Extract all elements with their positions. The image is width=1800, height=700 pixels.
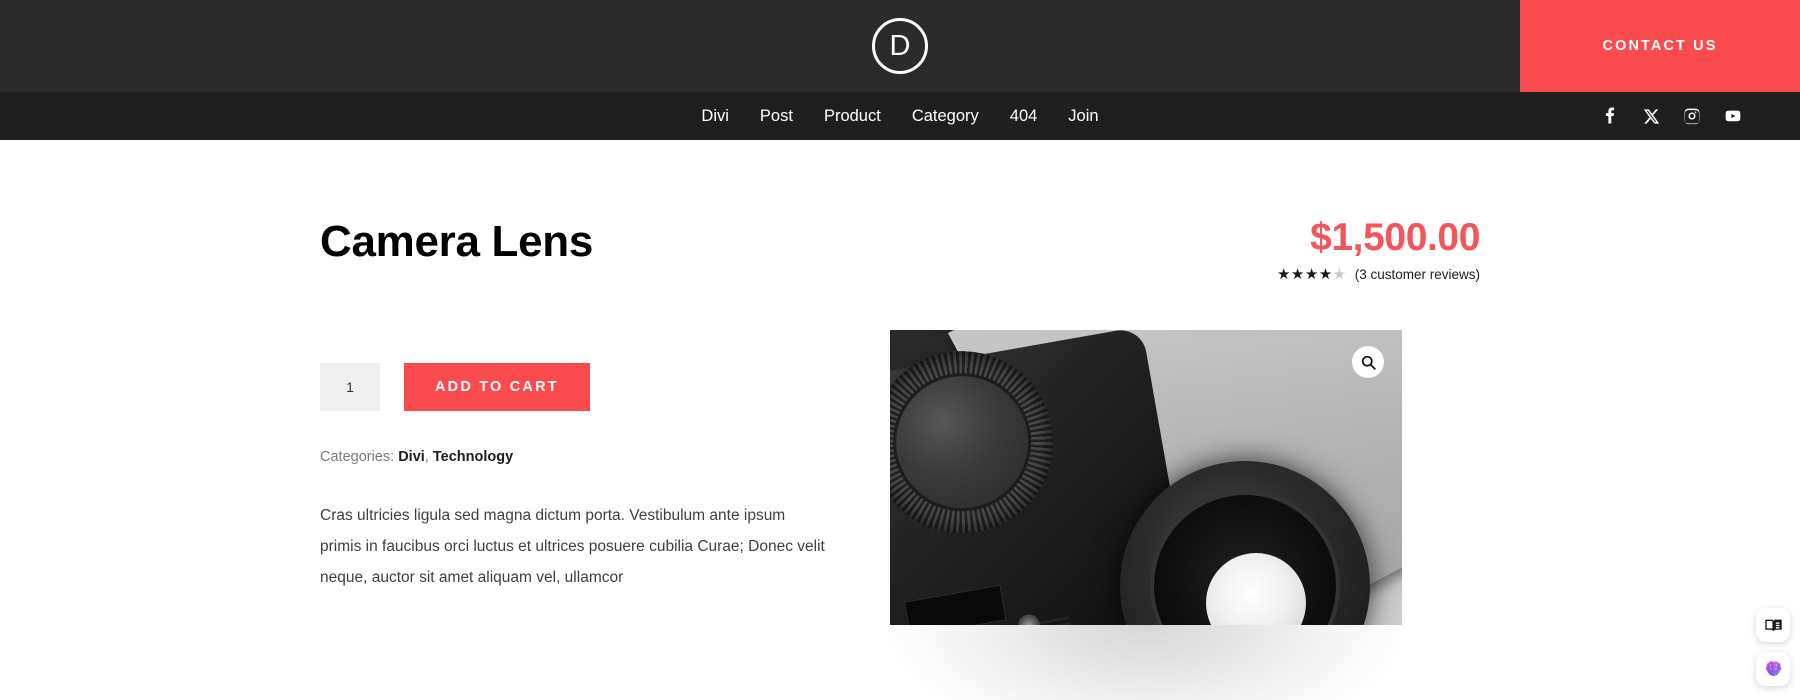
star-empty-icon: ★: [1332, 265, 1347, 283]
categories-label: Categories:: [320, 449, 395, 465]
nav-item-post[interactable]: Post: [760, 107, 793, 126]
ai-brain-icon[interactable]: [1756, 652, 1790, 686]
product-price: $1,500.00: [1310, 216, 1480, 259]
product-page: Camera Lens $1,500.00 ★★★★ ★ (3 customer …: [0, 140, 1800, 700]
nav-item-divi[interactable]: Divi: [701, 107, 729, 126]
product-photo: [890, 330, 1402, 625]
stars-filled-icon: ★★★★: [1276, 265, 1333, 283]
contact-us-button[interactable]: CONTACT US: [1520, 0, 1800, 92]
product-description: Cras ultricies ligula sed magna dictum p…: [320, 507, 825, 586]
product-header-row: Camera Lens $1,500.00 ★★★★ ★ (3 customer …: [320, 212, 1480, 330]
price-block: $1,500.00 ★★★★ ★ (3 customer reviews): [1277, 212, 1480, 282]
add-to-cart-button[interactable]: ADD TO CART: [404, 363, 590, 411]
tripod-screw-shape: [1016, 612, 1042, 625]
camera-screen-shape: [903, 584, 1007, 625]
youtube-icon[interactable]: [1724, 107, 1742, 125]
lens-glass-shape: [1206, 553, 1306, 625]
nav-item-join[interactable]: Join: [1068, 107, 1098, 126]
customer-reviews-link[interactable]: (3 customer reviews): [1355, 267, 1480, 282]
site-header: D CONTACT US: [0, 0, 1800, 92]
image-drop-shadow: [890, 625, 1402, 700]
instagram-icon[interactable]: [1683, 107, 1701, 125]
nav-list: Divi Post Product Category 404 Join: [701, 107, 1098, 126]
nav-item-category[interactable]: Category: [912, 107, 979, 126]
nav-item-404[interactable]: 404: [1010, 107, 1038, 126]
page-container: Camera Lens $1,500.00 ★★★★ ★ (3 customer …: [320, 140, 1480, 700]
category-link-technology[interactable]: Technology: [433, 449, 513, 465]
rating-row: ★★★★ ★ (3 customer reviews): [1277, 267, 1480, 282]
categories-row: Categories: Divi, Technology: [320, 449, 890, 465]
category-link-divi[interactable]: Divi: [398, 449, 425, 465]
magnifier-search-icon[interactable]: [1352, 346, 1384, 378]
facebook-icon[interactable]: [1601, 107, 1619, 125]
product-image-column: [890, 330, 1480, 700]
nav-item-product[interactable]: Product: [824, 107, 881, 126]
x-twitter-icon[interactable]: [1642, 107, 1660, 125]
categories-separator: ,: [424, 449, 433, 465]
star-rating: ★★★★ ★: [1277, 267, 1347, 282]
cart-row: ADD TO CART: [320, 363, 890, 411]
floating-widget-stack: [1756, 608, 1790, 686]
product-image[interactable]: [890, 330, 1402, 625]
site-logo[interactable]: D: [871, 17, 929, 75]
lens-inner-ring-shape: [1150, 491, 1340, 625]
main-navigation: Divi Post Product Category 404 Join: [0, 92, 1800, 140]
page-title: Camera Lens: [320, 217, 594, 266]
social-links: [1601, 107, 1742, 125]
divi-circle-logo-icon: D: [872, 18, 928, 74]
product-details-column: ADD TO CART Categories: Divi, Technology…: [320, 330, 890, 593]
product-body: ADD TO CART Categories: Divi, Technology…: [320, 330, 1480, 700]
quantity-input[interactable]: [320, 363, 380, 411]
book-reader-icon[interactable]: [1756, 608, 1790, 642]
